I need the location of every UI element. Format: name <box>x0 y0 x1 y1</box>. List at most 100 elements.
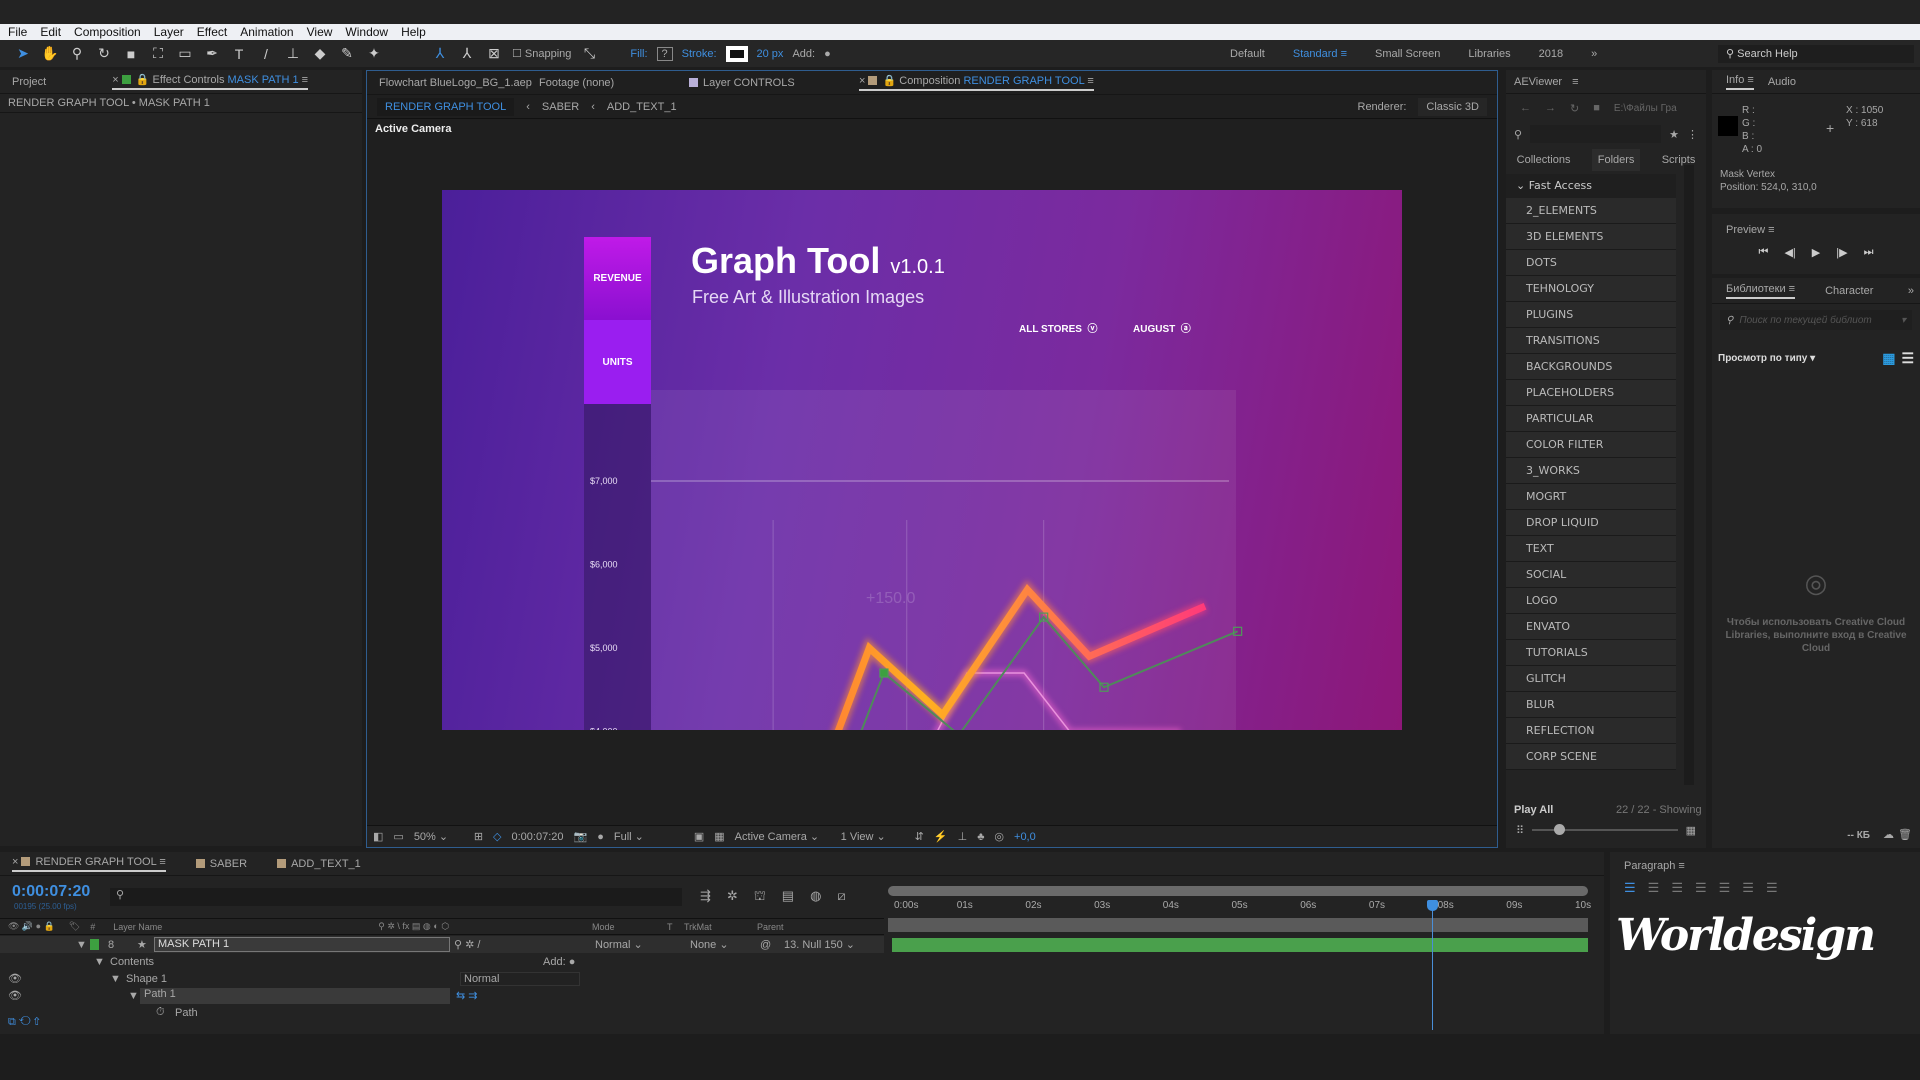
visibility-eye-icon[interactable]: 👁 <box>8 989 22 1002</box>
folder-item[interactable]: DOTS <box>1506 250 1676 276</box>
folder-item[interactable]: SOCIAL <box>1506 562 1676 588</box>
timeline-footer-icons[interactable]: ⧉ ⟲ ⇧ <box>0 1016 884 1032</box>
workspace-libraries[interactable]: Libraries <box>1468 48 1510 60</box>
justify-all-icon[interactable]: ☰ <box>1766 880 1778 896</box>
folder-item[interactable]: 3D ELEMENTS <box>1506 224 1676 250</box>
safe-zones-icon[interactable]: ⊞ <box>474 830 483 843</box>
justify-center-icon[interactable]: ☰ <box>1719 880 1731 896</box>
motion-blur-icon[interactable]: ◍ <box>810 888 821 906</box>
col-layer-name[interactable]: Layer Name <box>113 922 162 932</box>
stroke-width[interactable]: 20 px <box>757 48 784 60</box>
prev-frame-icon[interactable]: ◀| <box>1784 246 1795 259</box>
breadcrumb-saber[interactable]: SABER <box>542 101 579 113</box>
fill-swatch[interactable]: ? <box>656 46 673 61</box>
time-navigator[interactable] <box>888 918 1588 932</box>
workspace-2018[interactable]: 2018 <box>1539 48 1563 60</box>
puppet-tool-icon[interactable]: ✦ <box>365 45 383 62</box>
layer-switches[interactable]: ⚲ ✲ / <box>454 938 480 951</box>
tab-effect-controls[interactable]: × 🔒 Effect Controls MASK PATH 1 ≡ <box>112 73 309 90</box>
camera-select[interactable]: Active Camera ⌄ <box>735 830 831 843</box>
eraser-tool-icon[interactable]: ◆ <box>311 45 329 62</box>
tab-flowchart[interactable]: Flowchart BlueLogo_BG_1.aep <box>379 77 539 89</box>
expand-icon[interactable]: » <box>1908 285 1914 297</box>
axis-local-icon[interactable]: ⅄ <box>431 45 449 62</box>
panel-menu-icon[interactable]: ≡ <box>1572 76 1578 88</box>
view-layout-select[interactable]: 1 View ⌄ <box>841 830 905 843</box>
shy-icon[interactable]: ⛫ <box>754 888 766 906</box>
type-tool-icon[interactable]: T <box>230 46 248 62</box>
layer-row[interactable]: ▼ 8 ★ MASK PATH 1 ⚲ ✲ / Normal ⌄ None ⌄ … <box>0 936 884 953</box>
folder-item[interactable]: TEXT <box>1506 536 1676 562</box>
star-icon[interactable]: ★ <box>1669 128 1679 141</box>
folder-item[interactable]: DROP LIQUID <box>1506 510 1676 536</box>
next-frame-icon[interactable]: |▶ <box>1836 246 1847 259</box>
folder-item[interactable]: TRANSITIONS <box>1506 328 1676 354</box>
folder-item[interactable]: GLITCH <box>1506 666 1676 692</box>
renderer-select[interactable]: Classic 3D <box>1418 97 1487 116</box>
playhead[interactable] <box>1426 900 1438 1030</box>
grid-view-icon[interactable]: ▦ <box>1882 350 1895 367</box>
channel-icon[interactable]: ● <box>597 831 604 843</box>
layer-label-color[interactable] <box>90 939 99 950</box>
tab-composition[interactable]: × 🔒 Composition RENDER GRAPH TOOL ≡ <box>859 74 1094 91</box>
transparency-grid-icon[interactable]: ▦ <box>714 830 724 843</box>
justify-left-icon[interactable]: ☰ <box>1695 880 1707 896</box>
align-left-icon[interactable]: ☰ <box>1624 880 1636 896</box>
aeviewer-search-input[interactable] <box>1530 125 1662 143</box>
expand-triangle-icon[interactable]: ▼ <box>94 956 105 968</box>
forward-icon[interactable]: → <box>1545 102 1556 114</box>
more-workspaces-icon[interactable]: » <box>1591 48 1597 60</box>
scrollbar[interactable] <box>1684 165 1694 785</box>
clone-stamp-tool-icon[interactable]: ⊥ <box>284 45 302 62</box>
expand-triangle-icon[interactable]: ▼ <box>76 939 87 951</box>
folder-item[interactable]: TEHNOLOGY <box>1506 276 1676 302</box>
reset-exposure-icon[interactable]: ◎ <box>994 830 1004 843</box>
folder-item[interactable]: TUTORIALS <box>1506 640 1676 666</box>
back-icon[interactable]: ← <box>1520 102 1531 114</box>
tab-saber[interactable]: SABER <box>195 858 247 870</box>
shape-row[interactable]: 👁 ▼ Shape 1 Normal <box>0 970 884 987</box>
work-area-bar[interactable] <box>888 886 1588 896</box>
zoom-tool-icon[interactable]: ⚲ <box>68 45 86 62</box>
draft-3d-icon[interactable]: ✲ <box>727 888 738 906</box>
menu-window[interactable]: Window <box>345 25 388 39</box>
folder-item[interactable]: BACKGROUNDS <box>1506 354 1676 380</box>
graph-editor-icon[interactable]: ⧄ <box>837 888 845 906</box>
menu-animation[interactable]: Animation <box>240 25 293 39</box>
frame-blending-icon[interactable]: ▤ <box>782 888 794 906</box>
monitor-icon[interactable]: ▭ <box>393 830 403 843</box>
path-group-row[interactable]: 👁 ▼ Path 1 ⇆ ⇉ <box>0 987 884 1004</box>
menu-help[interactable]: Help <box>401 25 426 39</box>
timeline-timecode[interactable]: 0:00:07:20 <box>12 883 90 901</box>
menu-file[interactable]: File <box>8 25 27 39</box>
folder-item[interactable]: LOGO <box>1506 588 1676 614</box>
camera-tool-icon[interactable]: ■ <box>122 46 140 62</box>
last-frame-icon[interactable]: ⏭ <box>1864 246 1874 259</box>
folder-item[interactable]: BLUR <box>1506 692 1676 718</box>
resolution-select[interactable]: Full ⌄ <box>614 830 684 843</box>
tab-character[interactable]: Character <box>1825 285 1873 297</box>
folder-item[interactable]: 3_WORKS <box>1506 458 1676 484</box>
slider-handle[interactable] <box>1554 824 1566 835</box>
trkmat-select[interactable]: None ⌄ <box>690 938 729 951</box>
pick-whip-icon[interactable]: @ <box>760 939 771 951</box>
snapshot-icon[interactable]: 📷 <box>574 830 588 843</box>
path-group-label[interactable]: Path 1 <box>140 987 450 1004</box>
folder-item[interactable]: 2_ELEMENTS <box>1506 198 1676 224</box>
toggle-pixel-icon[interactable]: ⇵ <box>915 830 924 843</box>
layer-duration-bar[interactable] <box>892 938 1588 952</box>
snap-edges-icon[interactable]: ⤡ <box>580 45 598 62</box>
composition-mini-flowchart-icon[interactable]: ⇶ <box>700 888 711 906</box>
view-by-type[interactable]: Просмотр по типу ▾ ▦ ☰ <box>1712 336 1920 367</box>
visibility-eye-icon[interactable]: 👁 <box>8 972 22 985</box>
region-icon[interactable]: ▣ <box>694 830 704 843</box>
folder-item[interactable]: CORP SCENE <box>1506 744 1676 770</box>
exposure-value[interactable]: +0,0 <box>1014 831 1036 843</box>
folder-item[interactable]: PARTICULAR <box>1506 406 1676 432</box>
folder-item[interactable]: COLOR FILTER <box>1506 432 1676 458</box>
pan-behind-tool-icon[interactable]: ⛶ <box>149 45 167 62</box>
axis-world-icon[interactable]: ⅄ <box>458 45 476 62</box>
selection-tool-icon[interactable]: ➤ <box>14 45 32 62</box>
timeline-search-input[interactable]: ⚲ <box>110 888 682 906</box>
expand-triangle-icon[interactable]: ▼ <box>128 990 139 1002</box>
